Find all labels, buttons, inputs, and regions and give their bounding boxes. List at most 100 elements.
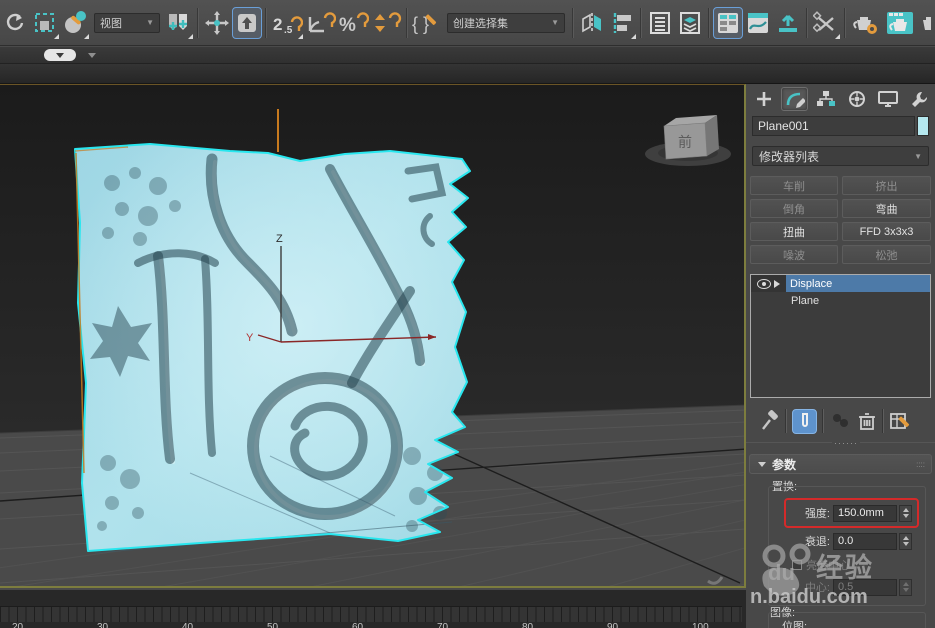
edit-selection-set-button[interactable]: { } <box>411 6 443 40</box>
modifier-list-dropdown[interactable]: 修改器列表 ▼ <box>752 146 929 166</box>
selection-region-icon <box>35 12 54 32</box>
decay-spinner[interactable] <box>899 532 912 550</box>
configure-modifier-sets-icon[interactable] <box>889 411 911 431</box>
tab-modify[interactable] <box>781 87 808 111</box>
wrench-icon <box>911 91 927 107</box>
tab-display[interactable] <box>874 87 901 111</box>
dock-arrow-button[interactable] <box>773 6 803 40</box>
snap-toggle-icon: 2 .5 <box>273 15 303 36</box>
pin-stack-icon[interactable] <box>760 410 780 432</box>
toolbar-separator <box>708 7 710 38</box>
flyout-triangle <box>631 33 636 39</box>
flyout-triangle <box>835 33 840 39</box>
center-spinner[interactable] <box>899 578 912 596</box>
strength-label: 强度: <box>804 508 830 520</box>
rendered-frame-button[interactable] <box>883 6 917 40</box>
spinner-snap-icon <box>374 11 401 32</box>
stack-row-plane[interactable]: Plane <box>751 292 930 309</box>
reference-coordinate-dropdown[interactable]: 视图 ▼ <box>94 12 160 33</box>
timeline-ruler[interactable] <box>0 606 742 622</box>
parameters-rollout-header[interactable]: 参数 :::: <box>749 454 932 474</box>
object-color-swatch[interactable] <box>917 116 929 136</box>
center-label: 中心: <box>804 582 830 594</box>
selection-region-button[interactable] <box>30 6 60 40</box>
percent-snap-button[interactable]: % <box>337 6 370 40</box>
luminance-center-label: 亮度中心 <box>806 560 850 572</box>
luminance-center-checkbox[interactable] <box>792 560 802 570</box>
edit-selection-set-icon: { } <box>412 14 437 34</box>
select-and-link-icon <box>65 10 86 33</box>
stack-item-label: Displace <box>786 275 930 292</box>
toolbar-separator <box>572 7 574 38</box>
flyout-triangle <box>188 33 193 39</box>
expand-arrow-icon[interactable] <box>774 279 780 288</box>
modifier-button-noise[interactable]: 噪波 <box>750 245 838 264</box>
isolate-selection-button[interactable] <box>811 6 841 40</box>
rollout-grip-dots: :::: <box>916 459 925 469</box>
angle-snap-button[interactable] <box>304 6 337 40</box>
test-tube-icon <box>801 412 808 427</box>
ribbon-menu-caret[interactable] <box>88 53 96 58</box>
modifier-button-bend[interactable]: 弯曲 <box>842 199 931 218</box>
toolbar-separator <box>265 7 267 38</box>
chevron-down-icon <box>56 52 64 58</box>
timeline-label: 100 <box>692 622 709 628</box>
timeline-label: 80 <box>522 622 534 628</box>
plane-object[interactable] <box>74 143 471 554</box>
toolbar-separator <box>882 409 884 433</box>
use-pivot-center-button[interactable] <box>164 6 194 40</box>
scene-explorer-button[interactable] <box>713 6 743 39</box>
tab-hierarchy[interactable] <box>812 87 839 111</box>
rollout-title: 参数 <box>772 457 797 472</box>
strength-value-field[interactable]: 150.0mm <box>833 504 897 522</box>
align-button[interactable] <box>607 6 637 40</box>
hierarchy-icon <box>816 91 835 106</box>
modifier-button-relax[interactable]: 松弛 <box>842 245 931 264</box>
render-production-button[interactable] <box>917 6 931 40</box>
perspective-viewport[interactable]: Z Y 前 <box>0 84 746 588</box>
object-name-input[interactable] <box>752 116 915 136</box>
snap-toggle-button[interactable]: 2 .5 <box>270 6 304 40</box>
mirror-button[interactable] <box>577 6 607 40</box>
spinner-snap-button[interactable] <box>370 6 403 40</box>
select-and-link-button[interactable] <box>60 6 90 40</box>
align-icon <box>613 12 631 33</box>
remove-modifier-trash-icon[interactable] <box>857 411 877 431</box>
tab-create[interactable] <box>750 87 777 111</box>
application-window: 视图 ▼ 2 .5 % {} 创建选择集 ▼ Z Y 前 Plane001 修… <box>0 0 935 628</box>
select-and-move-icon <box>205 10 229 35</box>
strength-spinner[interactable] <box>899 504 912 522</box>
tab-motion[interactable] <box>843 87 870 111</box>
visibility-eye-icon[interactable] <box>757 278 771 289</box>
ribbon-expand-button[interactable] <box>44 49 76 61</box>
decay-value-field[interactable]: 0.0 <box>833 532 897 550</box>
panel-splitter[interactable]: ······ <box>746 438 935 450</box>
layer-manager-icon <box>650 11 670 34</box>
undo-button[interactable] <box>0 6 30 40</box>
tab-utilities[interactable] <box>905 87 932 111</box>
percent-snap-icon: % <box>339 11 369 36</box>
decay-label: 衰退: <box>804 536 830 548</box>
named-selection-set-dropdown[interactable]: 创建选择集 ▼ <box>447 12 565 33</box>
select-and-place-icon <box>238 13 256 32</box>
timeline-label: 20 <box>12 622 24 628</box>
center-value-field[interactable]: 0.5 <box>833 578 897 596</box>
display-icon <box>877 91 898 107</box>
command-panel-tabs <box>746 86 935 112</box>
layer-manager-button[interactable] <box>645 6 675 40</box>
modifier-button-extrude[interactable]: 挤出 <box>842 176 931 195</box>
layer-stack-button[interactable] <box>675 6 705 40</box>
modifier-button-bevel[interactable]: 倒角 <box>750 199 838 218</box>
timeline-label: 50 <box>267 622 279 628</box>
modifier-button-ffd[interactable]: FFD 3x3x3 <box>842 222 931 241</box>
select-and-move-button[interactable] <box>202 6 232 40</box>
curve-editor-button[interactable] <box>743 6 773 40</box>
toolbar-separator <box>406 7 408 38</box>
modifier-button-lathe[interactable]: 车削 <box>750 176 838 195</box>
modifier-button-twist[interactable]: 扭曲 <box>750 222 838 241</box>
render-setup-button[interactable] <box>849 6 883 40</box>
select-and-place-button[interactable] <box>232 6 262 39</box>
make-unique-icon[interactable] <box>829 411 851 431</box>
show-end-result-button[interactable] <box>792 408 817 434</box>
stack-row-displace[interactable]: Displace <box>751 275 930 292</box>
